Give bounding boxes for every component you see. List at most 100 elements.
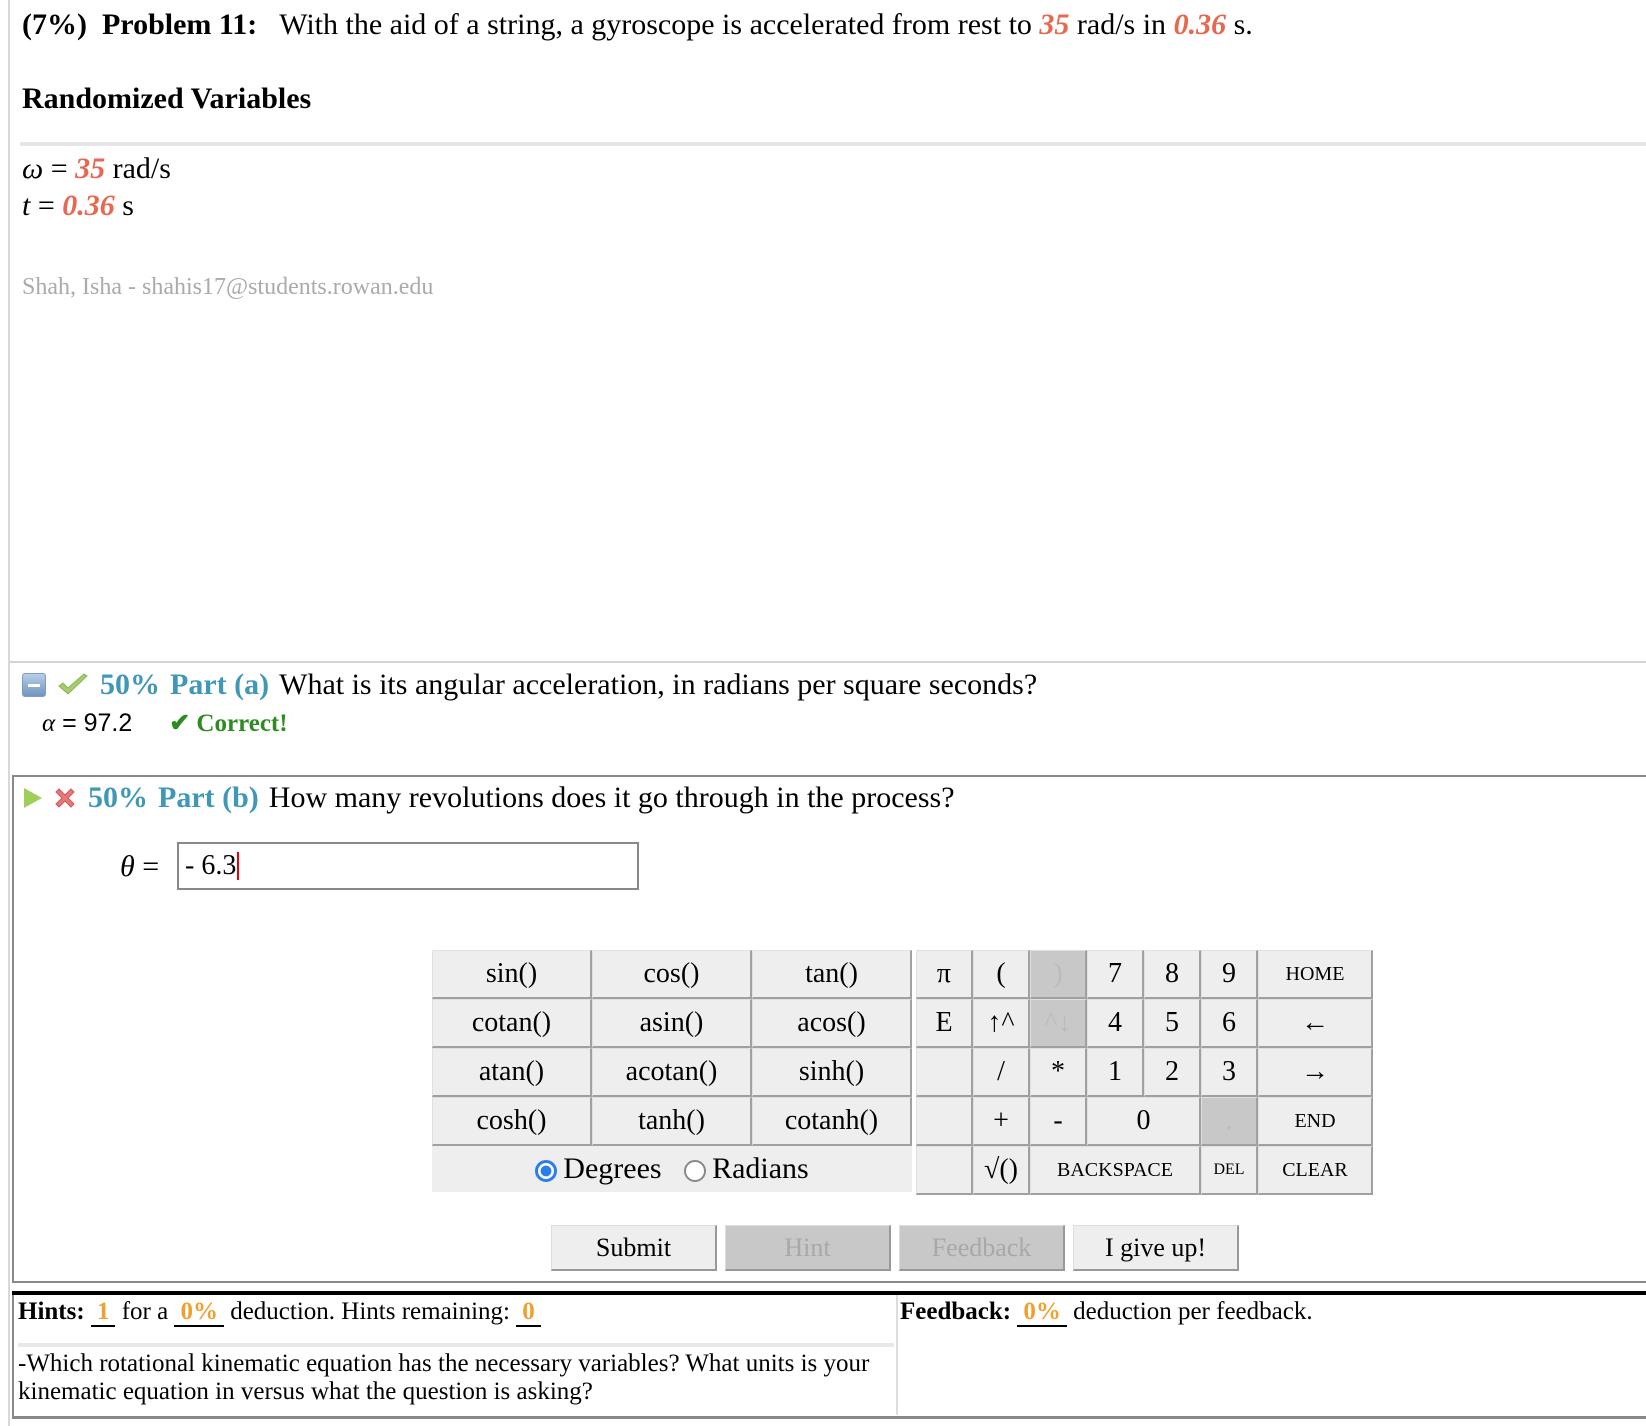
key-right-arrow[interactable]: → — [1258, 1048, 1373, 1097]
problem-text-end: s. — [1233, 8, 1253, 41]
key-3[interactable]: 3 — [1201, 1048, 1258, 1097]
hint-content: -Which rotational kinematic equation has… — [18, 1350, 870, 1405]
key-cosh[interactable]: cosh() — [432, 1097, 592, 1146]
key-left-paren[interactable]: ( — [973, 950, 1030, 999]
key-del[interactable]: DEL — [1201, 1146, 1258, 1195]
key-9[interactable]: 9 — [1201, 950, 1258, 999]
page-left-border — [8, 0, 10, 1426]
key-6[interactable]: 6 — [1201, 999, 1258, 1048]
key-plus[interactable]: + — [973, 1097, 1030, 1146]
omega-value: 35 — [1039, 8, 1070, 41]
radians-label[interactable]: Radians — [712, 1152, 809, 1185]
var-unit: rad/s — [105, 152, 171, 185]
key-7[interactable]: 7 — [1087, 950, 1144, 999]
key-end[interactable]: END — [1258, 1097, 1373, 1146]
problem-weight: (7%) — [22, 8, 87, 41]
key-superscript-up[interactable]: ↑^ — [973, 999, 1030, 1048]
key-sinh[interactable]: sinh() — [752, 1048, 912, 1097]
var-unit: s — [114, 189, 134, 222]
time-value: 0.36 — [1173, 8, 1227, 41]
answer-symbol: α — [42, 710, 56, 737]
feedback-deduction: 0% — [1017, 1298, 1067, 1327]
divider — [18, 1343, 894, 1347]
key-e[interactable]: E — [916, 999, 973, 1048]
function-keypad: sin() cos() tan() cotan() asin() acos() … — [432, 950, 912, 1192]
key-cotanh[interactable]: cotanh() — [752, 1097, 912, 1146]
variable-omega: ω = 35 rad/s — [22, 152, 171, 186]
expand-arrow-icon[interactable] — [24, 788, 42, 808]
part-b-header: 50% Part (b) How many revolutions does i… — [24, 781, 955, 815]
action-buttons: Submit Hint Feedback I give up! — [551, 1225, 1239, 1271]
key-blank — [916, 1097, 973, 1146]
key-clear[interactable]: CLEAR — [1258, 1146, 1373, 1195]
key-backspace[interactable]: BACKSPACE — [1030, 1146, 1201, 1195]
user-identity: Shah, Isha - shahis17@students.rowan.edu — [22, 274, 434, 300]
key-sin[interactable]: sin() — [432, 950, 592, 999]
problem-statement: (7%) Problem 11: With the aid of a strin… — [22, 8, 1253, 42]
var-value: 35 — [75, 152, 106, 185]
hints-count: 1 — [90, 1298, 116, 1327]
key-atan[interactable]: atan() — [432, 1048, 592, 1097]
theta-symbol: θ — [120, 850, 135, 883]
number-keypad: π ( ) 7 8 9 HOME E ↑^ ^↓ 4 5 6 ← / * 1 2… — [916, 950, 1373, 1195]
feedback-text: deduction per feedback. — [1073, 1298, 1313, 1325]
key-left-arrow[interactable]: ← — [1258, 999, 1373, 1048]
key-divide[interactable]: / — [973, 1048, 1030, 1097]
key-blank — [916, 1146, 973, 1195]
key-blank — [916, 1048, 973, 1097]
give-up-button[interactable]: I give up! — [1073, 1225, 1239, 1271]
key-sqrt[interactable]: √() — [973, 1146, 1030, 1195]
key-multiply[interactable]: * — [1030, 1048, 1087, 1097]
key-cotan[interactable]: cotan() — [432, 999, 592, 1048]
divider — [20, 142, 1646, 146]
key-acos[interactable]: acos() — [752, 999, 912, 1048]
hints-remaining: 0 — [516, 1298, 541, 1327]
key-cos[interactable]: cos() — [592, 950, 752, 999]
var-eq: = — [30, 189, 63, 222]
key-asin[interactable]: asin() — [592, 999, 752, 1048]
key-2[interactable]: 2 — [1144, 1048, 1201, 1097]
key-1[interactable]: 1 — [1087, 1048, 1144, 1097]
key-pi[interactable]: π — [916, 950, 973, 999]
part-b-label: Part (b) — [158, 781, 259, 814]
key-4[interactable]: 4 — [1087, 999, 1144, 1048]
key-5[interactable]: 5 — [1144, 999, 1201, 1048]
var-symbol: ω — [22, 152, 44, 185]
key-acotan[interactable]: acotan() — [592, 1048, 752, 1097]
key-8[interactable]: 8 — [1144, 950, 1201, 999]
key-0[interactable]: 0 — [1087, 1097, 1201, 1146]
key-tan[interactable]: tan() — [752, 950, 912, 999]
key-superscript-down[interactable]: ^↓ — [1030, 999, 1087, 1048]
key-tanh[interactable]: tanh() — [592, 1097, 752, 1146]
feedback-button[interactable]: Feedback — [899, 1225, 1065, 1271]
divider — [12, 1416, 1646, 1419]
hint-button[interactable]: Hint — [725, 1225, 891, 1271]
angle-mode-selector: Degrees Radians — [432, 1146, 912, 1192]
collapse-icon[interactable] — [22, 673, 46, 697]
problem-text-mid: rad/s in — [1076, 8, 1167, 41]
problem-label: Problem 11: — [101, 8, 258, 41]
key-home[interactable]: HOME — [1258, 950, 1373, 999]
hints-text: for a — [121, 1298, 169, 1325]
incorrect-x-icon — [55, 788, 75, 808]
part-a-label: Part (a) — [170, 668, 270, 701]
problem-text: With the aid of a string, a gyroscope is… — [279, 8, 1032, 41]
variable-time: t = 0.36 s — [22, 189, 134, 223]
key-minus[interactable]: - — [1030, 1097, 1087, 1146]
answer-input[interactable]: - 6.3 — [177, 842, 639, 890]
part-a-percent: 50% — [100, 668, 160, 701]
radians-radio[interactable] — [684, 1160, 707, 1183]
part-a-question: What is its angular acceleration, in rad… — [279, 668, 1038, 701]
var-eq: = — [43, 152, 76, 185]
degrees-radio[interactable] — [535, 1160, 558, 1183]
hints-deduction: 0% — [174, 1298, 224, 1327]
key-right-paren[interactable]: ) — [1030, 950, 1087, 999]
var-value: 0.36 — [62, 189, 115, 222]
submit-button[interactable]: Submit — [551, 1225, 717, 1271]
key-decimal[interactable]: . — [1201, 1097, 1258, 1146]
hints-summary: Hints: 1 for a 0% deduction. Hints remai… — [18, 1298, 541, 1327]
panel-border — [12, 1295, 14, 1418]
degrees-label[interactable]: Degrees — [563, 1152, 661, 1185]
answer-input-value: - 6.3 — [185, 850, 237, 881]
answer-value: = 97.2 — [55, 709, 133, 737]
